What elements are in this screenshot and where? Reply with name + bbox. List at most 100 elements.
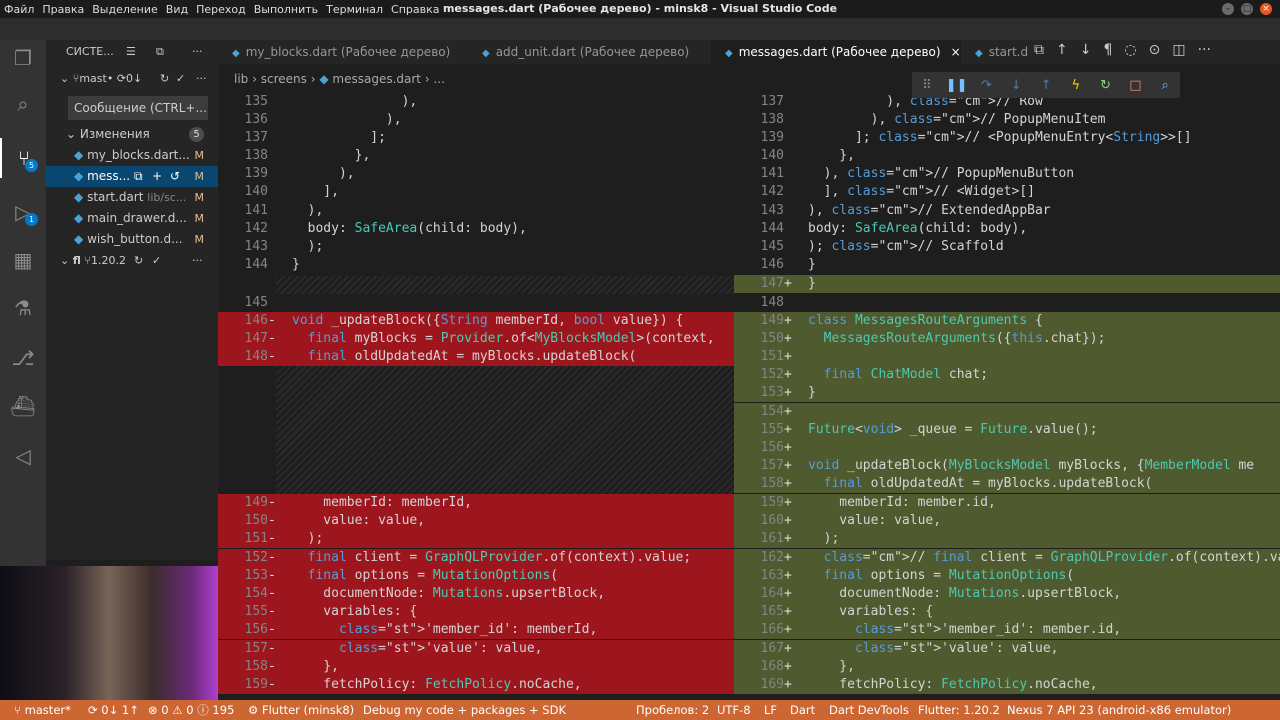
code-line[interactable]: 143 ); — [218, 238, 734, 256]
code-line[interactable]: 155- variables: { — [218, 603, 734, 621]
code-line[interactable]: 155+ Future<void> _queue = Future.value()… — [734, 421, 1280, 439]
code-line[interactable]: 140 }, — [734, 147, 1280, 165]
code-line[interactable]: 154- documentNode: Mutations.upsertBlock… — [218, 585, 734, 603]
docker-icon[interactable]: ⛴ — [0, 386, 46, 426]
menu-go[interactable]: Переход — [196, 3, 246, 16]
breadcrumb-item[interactable]: ... — [433, 72, 444, 86]
tab-start[interactable]: ◆ start.d — [961, 40, 1031, 64]
step-out-icon[interactable]: ↑ — [1031, 78, 1061, 93]
code-line[interactable]: 161+ ); — [734, 530, 1280, 548]
menu-selection[interactable]: Выделение — [92, 3, 158, 16]
code-line[interactable]: 141 ), — [218, 202, 734, 220]
step-into-icon[interactable]: ↓ — [1001, 78, 1031, 93]
devtools-status[interactable]: Dart DevTools — [829, 700, 909, 720]
breadcrumb-item[interactable]: screens — [261, 72, 307, 86]
flutter-status[interactable]: ⚙ Flutter (minsk8) — [248, 700, 354, 720]
menu-help[interactable]: Справка — [391, 3, 439, 16]
whitespace-icon[interactable]: ¶ — [1103, 42, 1112, 58]
code-line[interactable]: 163+ final options = MutationOptions( — [734, 567, 1280, 585]
changed-file[interactable]: ◆ main_drawer.d... M — [46, 208, 218, 229]
refresh-icon[interactable]: ↻ — [160, 68, 169, 89]
code-line[interactable]: 157+ void _updateBlock(MyBlocksModel myBl… — [734, 457, 1280, 475]
drag-handle-icon[interactable]: ⠿ — [912, 78, 942, 93]
code-line[interactable]: 156- class="st">'member_id': memberId, — [218, 621, 734, 639]
code-line[interactable]: 142 ], class="cm">// <Widget>[] — [734, 183, 1280, 201]
explorer-icon[interactable]: ❐ — [0, 38, 46, 78]
stage-icon[interactable]: + — [152, 166, 162, 187]
open-file-icon[interactable]: ⧉ — [134, 166, 143, 187]
commit-all-icon[interactable]: ⧉ — [156, 41, 164, 62]
repo-row[interactable]: ⌄ ⑂mast• ⟳0↓ ↻ ✓ ··· — [46, 68, 218, 89]
code-line[interactable]: 149+ class MessagesRouteArguments { — [734, 312, 1280, 330]
code-line[interactable]: 158- }, — [218, 658, 734, 676]
debug-mode-status[interactable]: Debug my code + packages + SDK — [363, 700, 566, 720]
diff-right-pane[interactable]: 137 ), class="cm">// Row 138 ), class="cm… — [734, 90, 1280, 700]
previous-change-icon[interactable]: ↑ — [1056, 42, 1068, 58]
code-line[interactable]: 150+ MessagesRouteArguments({this.chat})… — [734, 330, 1280, 348]
hot-reload-icon[interactable]: ϟ — [1061, 78, 1091, 93]
run-debug-icon[interactable]: ▷ 1 — [0, 192, 46, 232]
code-line[interactable]: 159- fetchPolicy: FetchPolicy.noCache, — [218, 676, 734, 694]
next-change-icon[interactable]: ↓ — [1080, 42, 1092, 58]
code-line[interactable]: 145); class="cm">// Scaffold — [734, 238, 1280, 256]
code-line[interactable]: 153+} — [734, 384, 1280, 402]
changed-file[interactable]: ◆ mess... ⧉ + ↺ M — [46, 166, 218, 187]
code-line[interactable]: 150- value: value, — [218, 512, 734, 530]
code-line[interactable]: 156+ — [734, 439, 1280, 457]
git-compare-icon[interactable]: ⊙ — [1149, 42, 1161, 58]
step-over-icon[interactable]: ↷ — [972, 78, 1002, 93]
restart-icon[interactable]: ↻ — [1091, 78, 1121, 93]
tab-add-unit[interactable]: ◆ add_unit.dart (Рабочее дерево) — [468, 40, 711, 64]
code-line[interactable]: 166+ class="st">'member_id': member.id, — [734, 621, 1280, 639]
code-line[interactable]: 153- final options = MutationOptions( — [218, 567, 734, 585]
minimize-button[interactable]: – — [1222, 3, 1234, 15]
discard-icon[interactable]: ↺ — [170, 166, 180, 187]
code-line[interactable]: 162+ class="cm">// final client = GraphQ… — [734, 549, 1280, 567]
check-icon[interactable]: ✓ — [176, 68, 185, 89]
code-line[interactable]: 158+ final oldUpdatedAt = myBlocks.updat… — [734, 475, 1280, 493]
code-line[interactable]: 165+ variables: { — [734, 603, 1280, 621]
code-line[interactable]: 152- final client = GraphQLProvider.of(c… — [218, 549, 734, 567]
more-icon[interactable]: ··· — [192, 41, 203, 62]
repo-row[interactable]: ⌄ fl ⑂1.20.2 ↻ ✓ ··· — [46, 250, 218, 271]
code-line[interactable]: 146- void _updateBlock({String memberId, … — [218, 312, 734, 330]
tab-my-blocks[interactable]: ◆ my_blocks.dart (Рабочее дерево) — [218, 40, 468, 64]
split-editor-icon[interactable]: ◫ — [1172, 42, 1185, 58]
code-line[interactable]: 151- ); — [218, 530, 734, 548]
changed-file[interactable]: ◆ my_blocks.dart... M — [46, 145, 218, 166]
language-status[interactable]: Dart — [790, 700, 815, 720]
code-line[interactable]: 160+ value: value, — [734, 512, 1280, 530]
code-line[interactable]: 148- final oldUpdatedAt = myBlocks.updat… — [218, 348, 734, 366]
problems-status[interactable]: ⊗ 0 ⚠ 0 ⓘ 195 — [148, 700, 234, 720]
changed-file[interactable]: ◆ wish_button.d... M — [46, 229, 218, 250]
tab-messages[interactable]: ◆ messages.dart (Рабочее дерево) × — [711, 40, 961, 64]
search-icon[interactable]: ⌕ — [0, 84, 46, 124]
menu-run[interactable]: Выполнить — [254, 3, 318, 16]
check-icon[interactable]: ✓ — [152, 250, 161, 271]
code-line[interactable]: 159+ memberId: member.id, — [734, 494, 1280, 512]
commit-message-input[interactable]: Сообщение (CTRL+... — [68, 96, 208, 120]
code-line[interactable]: 169+ fetchPolicy: FetchPolicy.noCache, — [734, 676, 1280, 694]
list-icon[interactable]: ☰ — [126, 41, 136, 62]
code-line[interactable]: 157- class="st">'value': value, — [218, 640, 734, 658]
code-line[interactable]: 145 — [218, 294, 734, 312]
code-line[interactable]: 149- memberId: memberId, — [218, 494, 734, 512]
code-line[interactable]: 164+ documentNode: Mutations.upsertBlock… — [734, 585, 1280, 603]
device-status[interactable]: Nexus 7 API 23 (android-x86 emulator) — [1007, 700, 1231, 720]
sync-status[interactable]: ⟳ 0↓ 1↑ — [88, 700, 139, 720]
more-icon[interactable]: ··· — [192, 250, 203, 271]
code-line[interactable]: 139 ]; class="cm">// <PopupMenuEntry<Str… — [734, 129, 1280, 147]
menu-edit[interactable]: Правка — [42, 3, 84, 16]
close-window-button[interactable]: × — [1260, 3, 1272, 15]
code-line[interactable]: 147- final myBlocks = Provider.of<MyBloc… — [218, 330, 734, 348]
inline-view-icon[interactable]: ◌ — [1124, 42, 1136, 58]
code-line[interactable]: 138 }, — [218, 147, 734, 165]
eol-status[interactable]: LF — [764, 700, 777, 720]
changes-group[interactable]: ⌄ Изменения 5 — [46, 124, 218, 145]
code-line[interactable]: 137 ]; — [218, 129, 734, 147]
stop-icon[interactable]: □ — [1120, 78, 1150, 93]
code-line[interactable]: 135 ), — [218, 93, 734, 111]
inspect-widget-icon[interactable]: ⌕ — [1150, 78, 1180, 93]
code-line[interactable]: 138 ), class="cm">// PopupMenuItem — [734, 111, 1280, 129]
extensions-icon[interactable]: ▦ — [0, 240, 46, 280]
